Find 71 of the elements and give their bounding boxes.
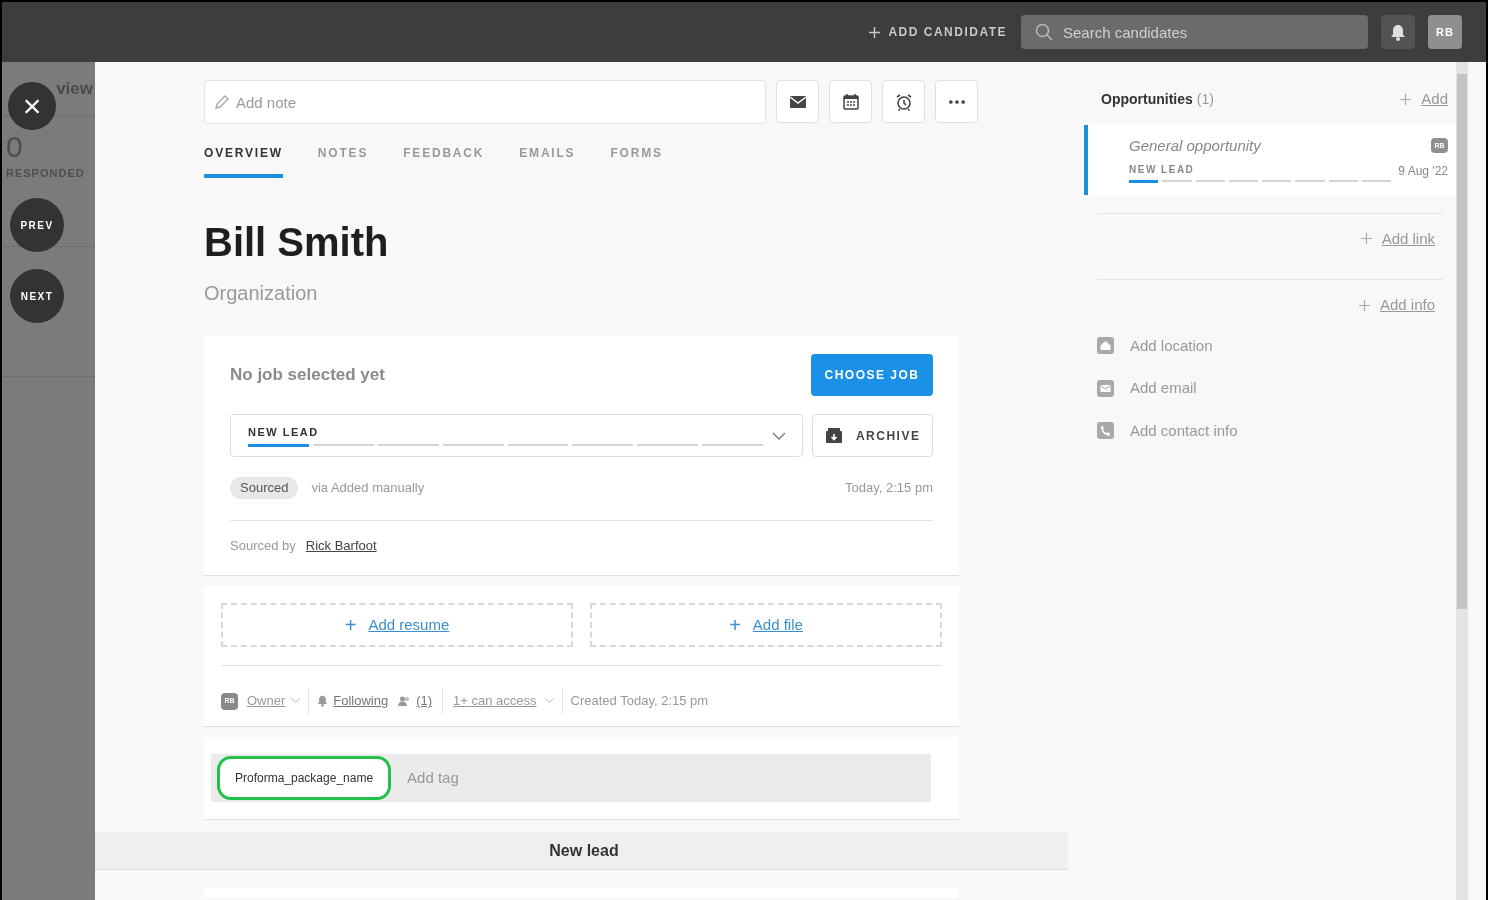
add-candidate-button[interactable]: ADD CANDIDATE: [869, 23, 1007, 41]
tag-field[interactable]: Proforma_package_name Add tag: [211, 754, 931, 802]
pencil-icon: [214, 94, 230, 110]
alarm-button[interactable]: [882, 80, 925, 123]
source-tag: Sourced: [230, 477, 299, 499]
notifications-button[interactable]: [1381, 15, 1415, 49]
house-icon: [1097, 337, 1114, 355]
choose-job-button[interactable]: CHOOSE JOB: [811, 354, 933, 396]
mail-icon: [1097, 379, 1114, 397]
next-button[interactable]: NEXT: [10, 269, 64, 323]
plus-icon: [1400, 93, 1412, 105]
tab[interactable]: EMAILS: [519, 144, 576, 178]
stage-label: NEW LEAD: [248, 425, 320, 441]
plus-icon: +: [344, 615, 357, 635]
owner-dropdown[interactable]: Owner: [247, 691, 301, 711]
alarm-clock-icon: [894, 92, 913, 111]
tab[interactable]: NOTES: [317, 144, 369, 178]
opportunities-count: (1): [1196, 89, 1214, 109]
chevron-down-icon: [544, 698, 554, 704]
add-info-link[interactable]: Add info: [1379, 294, 1435, 317]
user-avatar[interactable]: RB: [1428, 15, 1462, 49]
organization-text: Organization: [204, 282, 318, 304]
job-status-text: No job selected yet: [230, 364, 385, 387]
opportunities-heading: Opportunities: [1101, 89, 1193, 109]
add-opportunity-link[interactable]: Add: [1421, 88, 1448, 111]
date-text: 9 Aug '22: [1398, 163, 1448, 180]
upload-link[interactable]: Add file: [752, 613, 803, 637]
contact-link[interactable]: Add email: [1130, 377, 1197, 400]
previous-button[interactable]: PREV: [10, 198, 64, 252]
plus-icon: +: [729, 615, 741, 635]
mail-button[interactable]: [776, 80, 819, 123]
phone-icon: [1097, 422, 1114, 440]
candidate-name: Bill Smith: [204, 219, 390, 266]
people-icon: [398, 696, 412, 706]
chevron-down-icon: [772, 431, 787, 440]
stage-dropdown[interactable]: NEW LEAD: [230, 414, 804, 457]
plus-icon: [1360, 233, 1372, 245]
tab[interactable]: FORMS: [610, 144, 663, 178]
sourced-by-label: Sourced by: [230, 536, 296, 555]
calendar-icon: [841, 92, 860, 111]
timestamp: Today, 2:15 pm: [845, 479, 933, 497]
bell-icon: [1390, 23, 1406, 41]
section-heading: New lead: [548, 840, 619, 861]
contact-link[interactable]: Add location: [1130, 334, 1213, 357]
archive-icon: [824, 427, 843, 444]
search-field[interactable]: Search candidates: [1021, 15, 1368, 49]
calendar-button[interactable]: [829, 80, 872, 123]
opportunity-name: General opportunity: [1129, 135, 1261, 156]
tab[interactable]: FEEDBACK: [403, 144, 485, 178]
chevron-down-icon: [291, 698, 301, 704]
following-link[interactable]: Following: [333, 691, 389, 711]
plus-icon: [1358, 299, 1370, 311]
tab[interactable]: OVERVIEW: [204, 144, 283, 178]
scrollbar-thumb[interactable]: [1457, 74, 1467, 609]
sourced-by-link[interactable]: Rick Barfoot: [305, 535, 377, 555]
archive-button[interactable]: ARCHIVE: [812, 414, 933, 457]
bell-icon: [317, 695, 329, 707]
access-dropdown[interactable]: 1+ can access: [453, 691, 554, 711]
add-link-link[interactable]: Add link: [1381, 227, 1435, 250]
tag-chip[interactable]: Proforma_package_name: [217, 756, 392, 800]
plus-icon: [869, 26, 881, 38]
followers-link[interactable]: (1): [416, 691, 433, 711]
search-icon: [1035, 23, 1053, 41]
more-icon: [948, 99, 965, 104]
close-button[interactable]: ×: [8, 82, 56, 130]
source-text: via Added manually: [311, 479, 425, 497]
contact-link[interactable]: Add contact info: [1130, 419, 1238, 442]
upload-link[interactable]: Add resume: [368, 613, 450, 637]
stage-label: NEW LEAD: [1129, 163, 1196, 177]
note-field[interactable]: Add note: [204, 80, 766, 124]
created-text: Created Today, 2:15 pm: [570, 692, 709, 711]
